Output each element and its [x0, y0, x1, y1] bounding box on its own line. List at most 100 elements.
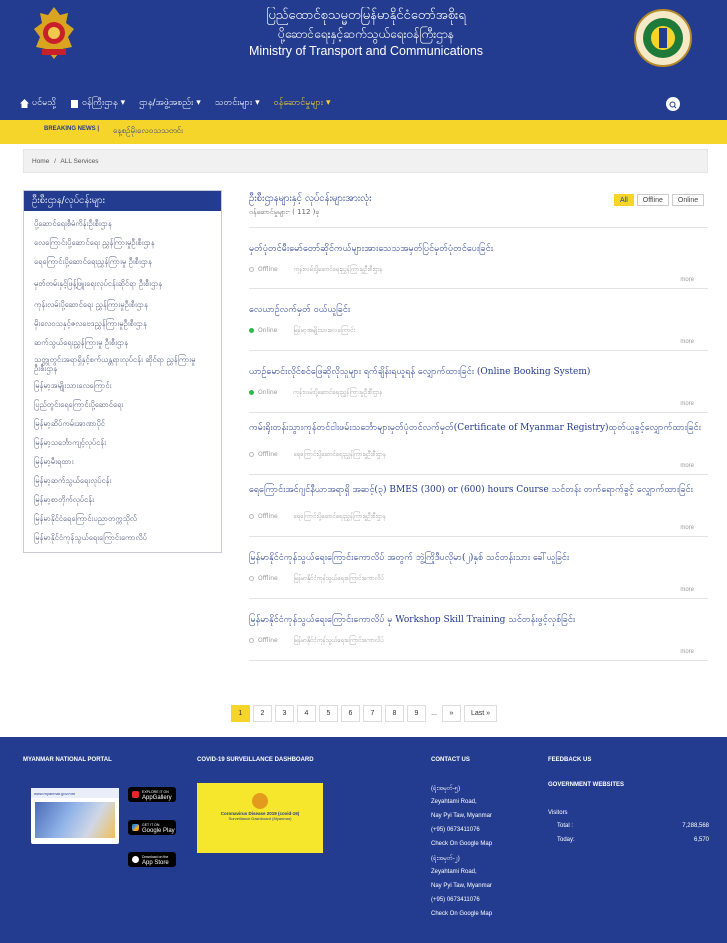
appgallery-button[interactable]: EXPLORE IT ON AppGallery [128, 787, 176, 802]
service-department: မြန်မာ့အမျိုးသားလေကြောင်း [293, 327, 356, 334]
sidebar-item[interactable]: မိုးလေဝသနှင့်ဇလဗေဒညွှန်ကြားမှုဦးစီးဌာန [34, 314, 211, 333]
more-link[interactable]: more [680, 339, 694, 345]
google-map-link[interactable]: Check On Google Map [431, 840, 492, 849]
more-link[interactable]: more [680, 649, 694, 655]
contact-line: Zeyahtami Road, [431, 869, 477, 875]
sidebar-title: ဦးစီးဌာန/လုပ်ငန်းများ [24, 191, 221, 211]
feedback-link[interactable]: FEEDBACK US [548, 757, 591, 763]
contact-line: (+95) 0673411076 [431, 897, 480, 903]
page-6-button[interactable]: 6 [341, 705, 360, 722]
app-store-button[interactable]: Download on the App Store [128, 852, 176, 867]
more-link[interactable]: more [680, 277, 694, 283]
sidebar-item[interactable]: မြန်မာ့စာတိုက်လုပ်ငန်း [34, 490, 211, 509]
sidebar-item[interactable]: ပို့ဆောင်ရေးစီမံကိန်းဦးစီးဌာန [34, 214, 211, 233]
header-title-my-2: ပို့ဆောင်ရေးနှင့်ဆက်သွယ်ရေးဝန်ကြီးဌာန [278, 27, 454, 41]
apple-icon [132, 856, 139, 863]
sidebar-item[interactable]: ဆက်သွယ်ရေးညွှန်ကြားမှု ဦးစီးဌာန [34, 333, 211, 352]
service-title-link[interactable]: ရေကြောင်းအင်ဂျင်နီယာအရာရှိ အဆင့်(၃) BMES… [249, 485, 708, 496]
sidebar-item[interactable]: မြန်မာ့သင်္ဘောကျင့်လုပ်ငန်း [34, 433, 211, 452]
ministry-logo-icon[interactable] [632, 8, 694, 68]
service-title-link[interactable]: လေယာဉ်လက်မှတ် ဝယ်ယူခြင်း [249, 305, 708, 316]
sidebar-item[interactable]: ရေကြောင်းပို့ဆောင်ရေးညွှန်ကြားမှု ဦးစီးဌ… [34, 252, 211, 271]
page-7-button[interactable]: 7 [363, 705, 382, 722]
service-department: ကုန်းလမ်းပို့ဆောင်ရေးညွှန်ကြားမှုဦးစီးဌာ… [293, 389, 383, 396]
chevron-down-icon: ▾ [196, 98, 201, 108]
visitors-today: Today: 6,570 [557, 837, 709, 843]
sidebar-item[interactable]: ကုန်းလမ်းပို့ဆောင်ရေး ညွှန်ကြားမှုဦးစီးဌ… [34, 295, 211, 314]
sidebar-list: ပို့ဆောင်ရေးစီမံကိန်းဦးစီးဌာန လေကြောင်းပိ… [24, 211, 221, 550]
service-department: မြန်မာနိုင်ငံကုန်သွယ်ရေးကြောင်းကောလိပ် [293, 575, 384, 582]
gov-websites-heading[interactable]: GOVERNMENT WEBSITES [548, 782, 624, 788]
breadcrumb-separator: / [54, 158, 56, 165]
page-5-button[interactable]: 5 [319, 705, 338, 722]
google-map-link[interactable]: Check On Google Map [431, 910, 492, 919]
page-8-button[interactable]: 8 [385, 705, 404, 722]
service-status: Offline [258, 575, 278, 582]
service-item: ရေကြောင်းအင်ဂျင်နီယာအရာရှိ အဆင့်(၃) BMES… [249, 475, 708, 537]
service-meta: Offline မြန်မာနိုင်ငံကုန်သွယ်ရေးကြောင်းကေ… [249, 574, 384, 583]
service-item: မှတ်ပုံတင်မီးမော်တော်ဆိုင်ကယ်များအားသေသအ… [249, 227, 708, 289]
nav-departments[interactable]: ဌာန/အဖွဲ့အစည်း ▾ [139, 93, 209, 113]
national-portal-banner[interactable]: www.myanmar.gov.mm [31, 788, 119, 844]
sidebar-item[interactable]: မြန်မာ့ဆိပ်ကမ်းအာဏာပိုင် [34, 414, 211, 433]
sidebar-item[interactable]: ပြည်တွင်းရေကြောင်းပို့ဆောင်ရေး [34, 395, 211, 414]
state-emblem-icon[interactable] [32, 5, 76, 61]
page-3-button[interactable]: 3 [275, 705, 294, 722]
breaking-news-link[interactable]: နေ့စဉ်မိုးလေဝသသတင်း [113, 125, 183, 137]
page-9-button[interactable]: 9 [407, 705, 426, 722]
breaking-news-label: BREAKING NEWS | [44, 126, 100, 132]
main-nav: ပင်မသို့ ဝန်ကြီးဌာန ▾ ဌာန/အဖွဲ့အစည်း ▾ သ… [20, 93, 345, 113]
header-title-my-1: ပြည်ထောင်စုသမ္မတမြန်မာနိုင်ငံတော်အစိုးရ [266, 8, 466, 23]
service-status: Offline [258, 451, 278, 458]
health-logo-icon [252, 793, 268, 809]
service-title-link[interactable]: မြန်မာနိုင်ငံကုန်သွယ်ရေးကြောင်းကောလိပ် အ… [249, 553, 708, 564]
more-link[interactable]: more [680, 525, 694, 531]
service-status: Offline [258, 266, 278, 273]
sidebar-item[interactable]: မြန်မာနိုင်ငံရေကြောင်းပညာတက္ကသိုလ် [34, 509, 211, 528]
covid-dashboard-banner[interactable]: Coronavirus Disease 2019 (covid-19) Surv… [197, 783, 323, 853]
contact-line: Nay Pyi Taw, Myanmar [431, 813, 492, 819]
page-4-button[interactable]: 4 [297, 705, 316, 722]
sidebar-item[interactable]: မှတ်တမ်းနှင့်ဖြန့်ဖြူးရေးလုပ်ငန်းဆိုင်ရာ… [34, 271, 211, 295]
nav-news[interactable]: သတင်းများ ▾ [215, 93, 268, 113]
service-title-link[interactable]: ကမ်းရိုးတန်းသွားကုန်တင်ငါးဖမ်းသင်္ဘောမျာ… [249, 423, 708, 434]
next-page-button[interactable]: » [442, 705, 461, 722]
filter-offline-button[interactable]: Offline [636, 194, 669, 206]
contact-line: (+95) 0673411076 [431, 827, 480, 833]
service-status: Offline [258, 637, 278, 644]
search-icon [669, 101, 677, 109]
sidebar-item[interactable]: မြန်မာ့မီးရထား [34, 452, 211, 471]
status-dot-icon [249, 328, 254, 333]
service-title-link[interactable]: ယာဉ်မောင်းလိုင်စင်ဖြေဆိုလိုသူများ ရက်ချိ… [249, 367, 708, 378]
appgallery-icon [132, 791, 139, 798]
more-link[interactable]: more [680, 587, 694, 593]
home-icon [20, 98, 29, 108]
nav-ministry[interactable]: ဝန်ကြီးဌာန ▾ [70, 93, 133, 113]
contact-line: (ရုံးအမှတ်-၅) [431, 786, 461, 792]
sidebar-item[interactable]: မြန်မာနိုင်ငံကုန်သွယ်ရေးကြောင်းကောလိပ် [34, 528, 211, 547]
visitors-label: Visitors [548, 810, 568, 816]
service-department: ရေကြောင်းပို့ဆောင်ရေးညွှန်ကြားမှုဦးစီးဌာ… [293, 513, 387, 520]
more-link[interactable]: more [680, 401, 694, 407]
breadcrumb-home[interactable]: Home [32, 158, 49, 165]
sidebar-item[interactable]: လေကြောင်းပို့ဆောင်ရေး ညွှန်ကြားမှုဦးစီးဌ… [34, 233, 211, 252]
filter-all-button[interactable]: All [614, 194, 634, 206]
last-page-button[interactable]: Last » [464, 705, 497, 722]
filter-online-button[interactable]: Online [671, 194, 705, 206]
google-play-button[interactable]: GET IT ON Google Play [128, 820, 176, 835]
sidebar-item[interactable]: မြန်မာ့အမျိုးသားလေကြောင်း [34, 376, 211, 395]
nav-services[interactable]: ဝန်ဆောင်မှုများ ▾ [274, 93, 339, 113]
sidebar-item[interactable]: မြန်မာ့ဆက်သွယ်ရေးလုပ်ငန်း [34, 471, 211, 490]
page-2-button[interactable]: 2 [253, 705, 272, 722]
sidebar-item[interactable]: သတ္တုတွင်းအရာရှိနှင့်စက်ယန္တရားလုပ်ငန်း … [34, 352, 211, 376]
status-filter: All Offline Online [614, 194, 705, 206]
pagination: 1 2 3 4 5 6 7 8 9 ... » Last » [231, 705, 497, 722]
service-item: မြန်မာနိုင်ငံကုန်သွယ်ရေးကြောင်းကောလိပ် အ… [249, 537, 708, 599]
nav-home[interactable]: ပင်မသို့ [20, 93, 64, 113]
service-title-link[interactable]: မြန်မာနိုင်ငံကုန်သွယ်ရေးကြောင်းကောလိပ် မ… [249, 615, 708, 626]
page-1-button[interactable]: 1 [231, 705, 250, 722]
portal-screenshot-image [35, 802, 115, 838]
search-button[interactable] [666, 97, 680, 111]
more-link[interactable]: more [680, 463, 694, 469]
service-title-link[interactable]: မှတ်ပုံတင်မီးမော်တော်ဆိုင်ကယ်များအားသေသအ… [249, 244, 708, 255]
